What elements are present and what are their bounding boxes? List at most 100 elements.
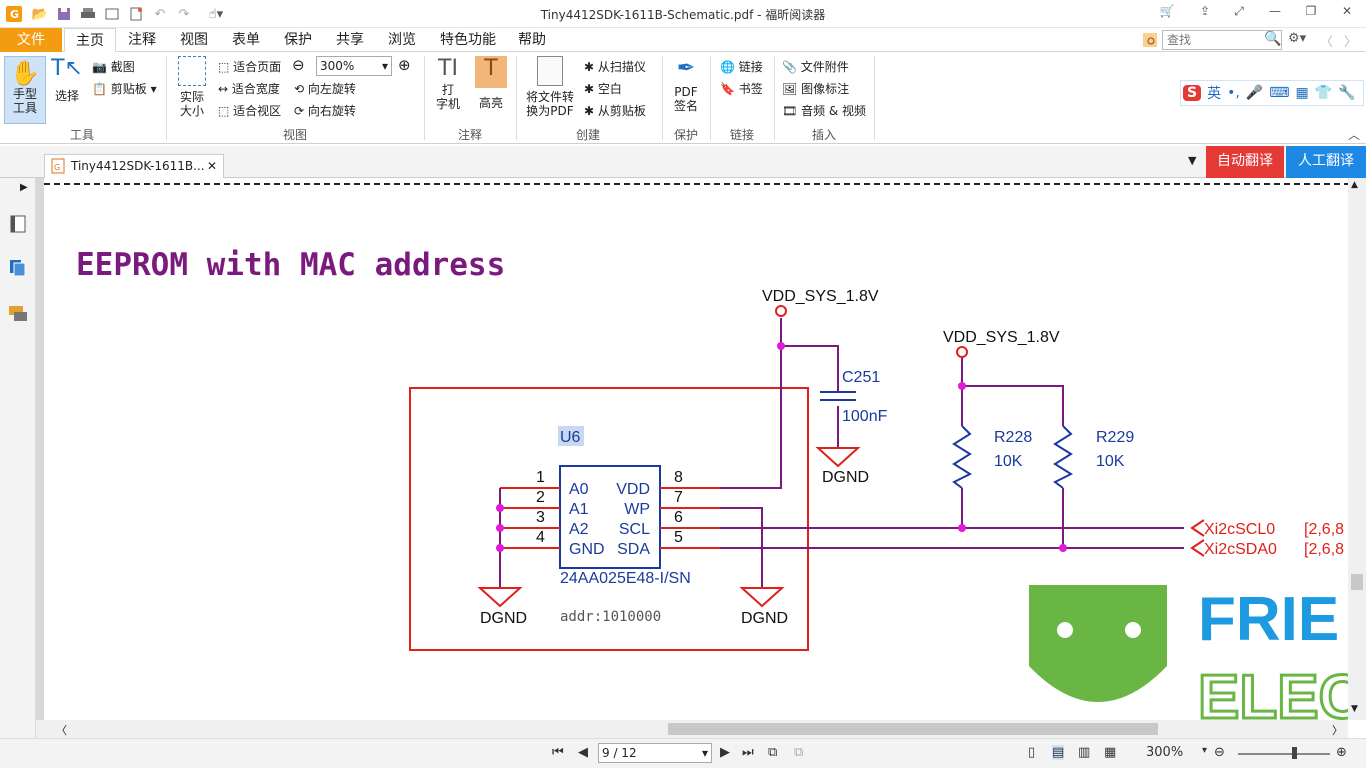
zoom-slider-thumb[interactable] xyxy=(1292,747,1297,759)
page-input[interactable]: 9 / 12 ▾ xyxy=(598,743,712,763)
fit-view-button[interactable]: ⬚ 适合视区 xyxy=(218,102,281,119)
horizontal-scroll-thumb[interactable] xyxy=(668,723,1158,735)
image-ann-button[interactable]: 🖼 图像标注 xyxy=(782,80,849,97)
highlight-button[interactable]: T 高亮 xyxy=(472,56,510,124)
menu-file[interactable]: 文件 xyxy=(0,28,62,52)
cap-value: 100nF xyxy=(842,408,888,425)
expand-panel-icon[interactable]: ▶ xyxy=(20,182,28,193)
panel-splitter[interactable] xyxy=(36,178,44,720)
actual-size-button[interactable]: 实际 大小 xyxy=(174,56,210,124)
next-page-icon[interactable]: ▶ xyxy=(720,745,730,760)
pdf-sign-button[interactable]: ✒ PDF 签名 xyxy=(668,56,704,124)
menu-view[interactable]: 视图 xyxy=(172,28,216,52)
select-button[interactable]: T↖ 选择 xyxy=(50,56,84,124)
first-page-icon[interactable]: ⏮ xyxy=(552,745,564,760)
ime-toolbar[interactable]: S 英 •, 🎤 ⌨ ▦ 👕 🔧 xyxy=(1180,80,1364,106)
bookmark-button[interactable]: 🔖 书签 xyxy=(720,80,763,97)
auto-translate-button[interactable]: 自动翻译 xyxy=(1206,146,1284,178)
file-attach-button[interactable]: 📎 文件附件 xyxy=(782,58,849,75)
zoom-out-status-icon[interactable]: ⊖ xyxy=(1214,745,1225,760)
audio-video-button[interactable]: 🎞 音频 & 视频 xyxy=(782,102,866,119)
net-sda-ref: [2,6,8 xyxy=(1304,541,1344,558)
bookmark-icon: 🔖 xyxy=(720,82,735,96)
zoom-in-status-icon[interactable]: ⊕ xyxy=(1336,745,1347,760)
last-page-icon[interactable]: ⏭ xyxy=(742,745,754,760)
facing-icon[interactable]: ▥ xyxy=(1078,745,1090,760)
fit-page-button[interactable]: ⬚ 适合页面 xyxy=(218,58,281,75)
prev-page-icon[interactable]: ◀ xyxy=(578,745,588,760)
close-tab-icon[interactable]: ✕ xyxy=(207,155,217,177)
clipboard-button[interactable]: 📋 剪贴板 ▾ xyxy=(92,80,157,97)
close-button[interactable]: ✕ xyxy=(1336,4,1358,24)
zoom-out-icon[interactable]: ⊖ xyxy=(292,56,305,74)
prev-view-icon[interactable]: ⧉ xyxy=(768,745,777,760)
menu-protect[interactable]: 保护 xyxy=(276,28,320,52)
zoom-in-icon[interactable]: ⊕ xyxy=(398,56,411,74)
doc-tab[interactable]: G Tiny4412SDK-1611B... ✕ xyxy=(44,154,224,178)
screenshot-button[interactable]: 📷 截图 xyxy=(92,58,135,75)
pin-scl: SCL xyxy=(619,521,650,538)
blank-button[interactable]: ✱ 空白 xyxy=(584,80,622,97)
zoom-dropdown-icon[interactable]: ▾ xyxy=(1202,745,1207,756)
net-arrow-scl xyxy=(1190,519,1205,537)
pin-num-2: 2 xyxy=(536,489,545,506)
fit-width-button[interactable]: ↔ 适合宽度 xyxy=(218,80,280,97)
continuous-icon[interactable]: ▤ xyxy=(1052,745,1065,760)
share-icon[interactable]: ⇪ xyxy=(1194,4,1216,24)
wrench-icon: 🔧 xyxy=(1338,85,1356,101)
globe-icon: 🌐 xyxy=(720,60,735,74)
convert-pdf-icon xyxy=(537,56,563,86)
cart-icon[interactable]: 🛒 xyxy=(1156,4,1178,24)
menu-home[interactable]: 主页 xyxy=(64,28,116,53)
pages-panel-icon[interactable] xyxy=(8,258,28,281)
logo-text-bottom: ELEC xyxy=(1198,663,1348,720)
prev-icon[interactable]: 〈 xyxy=(1320,31,1333,50)
zoom-slider[interactable] xyxy=(1238,753,1330,755)
search-icon[interactable]: 🔍 xyxy=(1264,31,1281,47)
settings-icon[interactable]: ⚙▾ xyxy=(1288,31,1306,46)
scroll-left-icon[interactable]: 〈 xyxy=(56,722,67,738)
doc-tab-strip: G Tiny4412SDK-1611B... ✕ ▼ 自动翻译 人工翻译 xyxy=(0,146,1366,178)
scroll-down-icon[interactable]: ▼ xyxy=(1351,704,1358,714)
single-page-icon[interactable]: ▯ xyxy=(1028,745,1035,760)
manual-translate-button[interactable]: 人工翻译 xyxy=(1286,146,1366,178)
from-scanner-button[interactable]: ✱ 从扫描仪 xyxy=(584,58,646,75)
scroll-up-icon[interactable]: ▲ xyxy=(1351,180,1358,190)
vertical-scrollbar[interactable]: ▲ ▼ xyxy=(1348,178,1366,720)
continuous-facing-icon[interactable]: ▦ xyxy=(1104,745,1116,760)
fullscreen-icon[interactable]: ⤢ xyxy=(1228,4,1250,24)
next-view-icon[interactable]: ⧉ xyxy=(794,745,803,760)
rotate-left-button[interactable]: ⟲ 向左旋转 xyxy=(294,80,356,97)
fit-width-icon: ↔ xyxy=(218,82,229,96)
menu-share[interactable]: 共享 xyxy=(328,28,372,52)
menu-help[interactable]: 帮助 xyxy=(510,28,554,52)
menu-form[interactable]: 表单 xyxy=(224,28,268,52)
separator xyxy=(516,56,517,140)
next-icon[interactable]: 〉 xyxy=(1344,31,1357,50)
document-canvas[interactable]: EEPROM with MAC address U6 24AA025E48-I/… xyxy=(44,178,1348,720)
zoom-select[interactable]: 300% ▾ xyxy=(316,56,392,76)
convert-pdf-button[interactable]: 将文件转 换为PDF xyxy=(522,56,578,124)
from-clipboard-button[interactable]: ✱ 从剪贴板 xyxy=(584,102,646,119)
typewriter-button[interactable]: TI 打 字机 xyxy=(430,56,466,124)
minimize-button[interactable]: — xyxy=(1264,4,1286,24)
image-icon: 🖼 xyxy=(782,82,798,96)
comments-panel-icon[interactable] xyxy=(8,304,28,327)
scroll-right-icon[interactable]: 〉 xyxy=(1332,722,1343,738)
vertical-scroll-thumb[interactable] xyxy=(1351,574,1363,590)
scanner-icon: ✱ xyxy=(584,60,595,74)
horizontal-scrollbar[interactable]: 〈 〉 xyxy=(36,720,1348,738)
zoom-level[interactable]: 300% xyxy=(1146,745,1183,760)
tab-list-icon[interactable]: ▼ xyxy=(1188,154,1196,167)
restore-button[interactable]: ❐ xyxy=(1300,4,1322,24)
hand-tool-button[interactable]: ✋ 手型 工具 xyxy=(4,56,46,124)
link-button[interactable]: 🌐 链接 xyxy=(720,58,763,75)
bookmarks-panel-icon[interactable] xyxy=(8,214,28,237)
ic-part: 24AA025E48-I/SN xyxy=(560,570,691,587)
menu-features[interactable]: 特色功能 xyxy=(432,28,504,52)
menu-browse[interactable]: 浏览 xyxy=(380,28,424,52)
menu-comment[interactable]: 注释 xyxy=(120,28,164,52)
rotate-right-button[interactable]: ⟳ 向右旋转 xyxy=(294,102,356,119)
paste-icon: ✱ xyxy=(584,104,595,118)
collapse-ribbon-icon[interactable]: ︿ xyxy=(1348,126,1360,143)
